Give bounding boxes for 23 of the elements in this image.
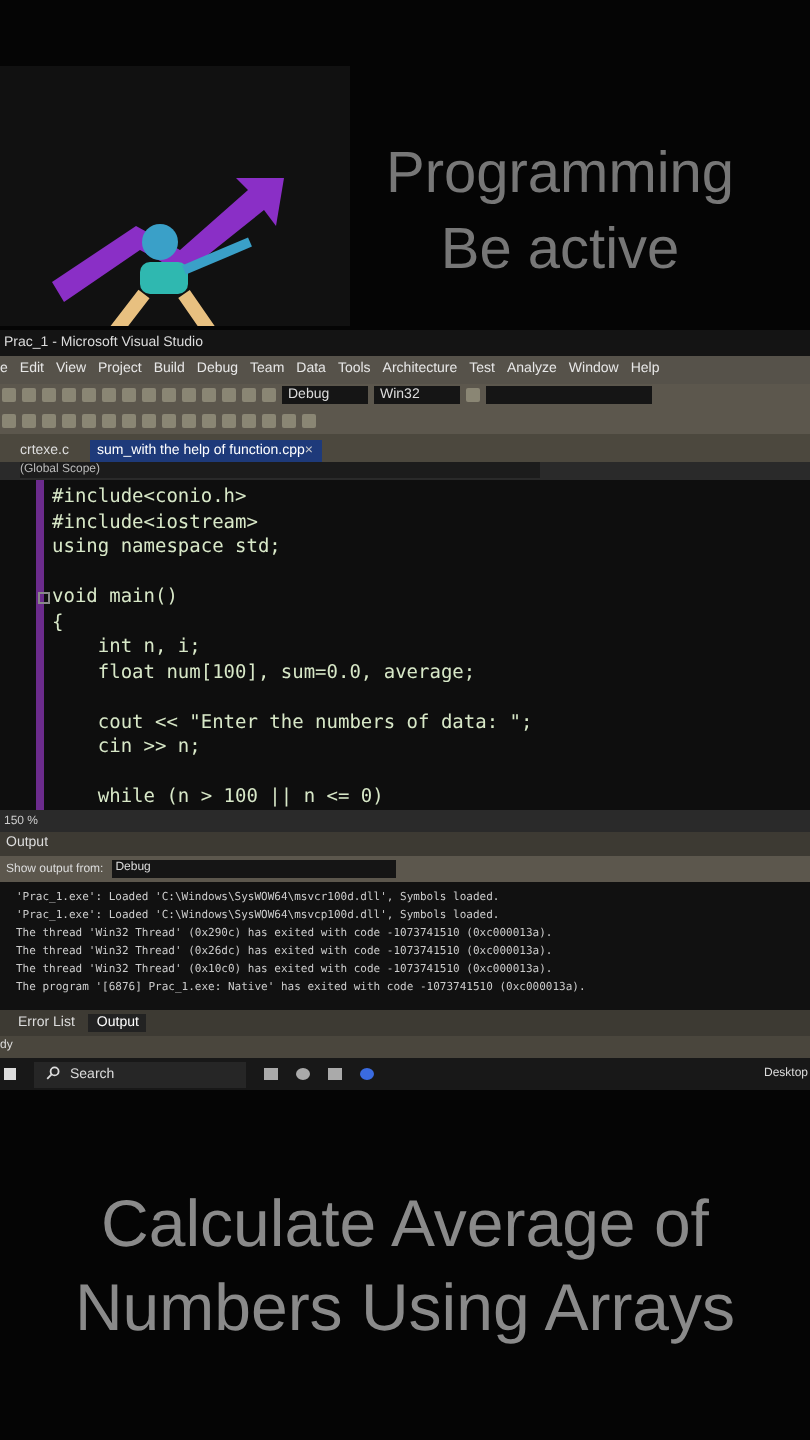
banner-title: Be active xyxy=(440,216,680,286)
windows-icon[interactable] xyxy=(4,1068,16,1081)
code-line: using namespace std; xyxy=(52,536,281,559)
collapse-icon[interactable] xyxy=(38,591,50,604)
search-dropdown[interactable] xyxy=(486,386,652,405)
code-line: { xyxy=(52,611,64,634)
code-line: while (n > 100 || n <= 0) xyxy=(95,786,384,809)
toolbar-icon[interactable] xyxy=(466,388,480,403)
taskbar-icon[interactable] xyxy=(264,1068,278,1081)
code-line: #include<conio.h> xyxy=(52,486,247,509)
taskbar-icon[interactable] xyxy=(296,1068,310,1081)
code-line: int n, i; xyxy=(95,636,201,659)
taskbar-icon[interactable] xyxy=(328,1068,342,1081)
video-caption: Numbers Using Arrays xyxy=(74,1267,736,1348)
search-icon xyxy=(46,1066,60,1081)
code-line: cin >> n; xyxy=(95,736,201,759)
code-line: cout << "Enter the numbers of data: "; xyxy=(95,711,533,734)
taskbar-icon[interactable] xyxy=(360,1068,374,1081)
code-line: float num[100], sum=0.0, average; xyxy=(95,661,476,684)
video-caption: Calculate Average of xyxy=(101,1183,709,1264)
banner-title: Programming xyxy=(386,140,735,210)
code-line: #include<iostream> xyxy=(52,511,258,534)
code-line: void main() xyxy=(52,586,178,609)
